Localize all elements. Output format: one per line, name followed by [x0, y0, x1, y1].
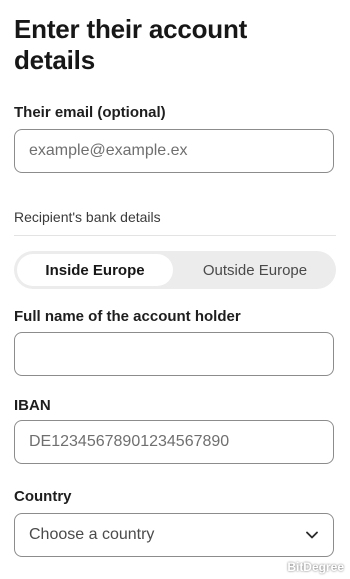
region-segmented-control: Inside Europe Outside Europe	[14, 251, 336, 289]
full-name-label: Full name of the account holder	[14, 308, 241, 325]
full-name-field-wrapper	[14, 332, 334, 376]
country-select[interactable]: Choose a country	[14, 513, 334, 557]
email-field-wrapper	[14, 129, 334, 173]
tab-outside-europe[interactable]: Outside Europe	[177, 254, 333, 286]
country-label: Country	[14, 488, 72, 505]
bank-details-section-label: Recipient's bank details	[14, 209, 161, 225]
page-title: Enter their account details	[14, 14, 248, 75]
country-select-value: Choose a country	[29, 526, 155, 543]
tab-inside-europe[interactable]: Inside Europe	[17, 254, 173, 286]
divider	[14, 235, 336, 236]
iban-field[interactable]	[15, 421, 333, 463]
watermark-text: BitDegree	[287, 560, 344, 574]
email-label: Their email (optional)	[14, 104, 166, 121]
email-field[interactable]	[15, 130, 333, 172]
bitdegree-logo-icon	[268, 559, 283, 575]
full-name-field[interactable]	[15, 333, 333, 375]
bitdegree-watermark: BitDegree	[267, 559, 344, 575]
chevron-down-icon	[305, 528, 319, 542]
iban-field-wrapper	[14, 420, 334, 464]
iban-label: IBAN	[14, 397, 51, 414]
